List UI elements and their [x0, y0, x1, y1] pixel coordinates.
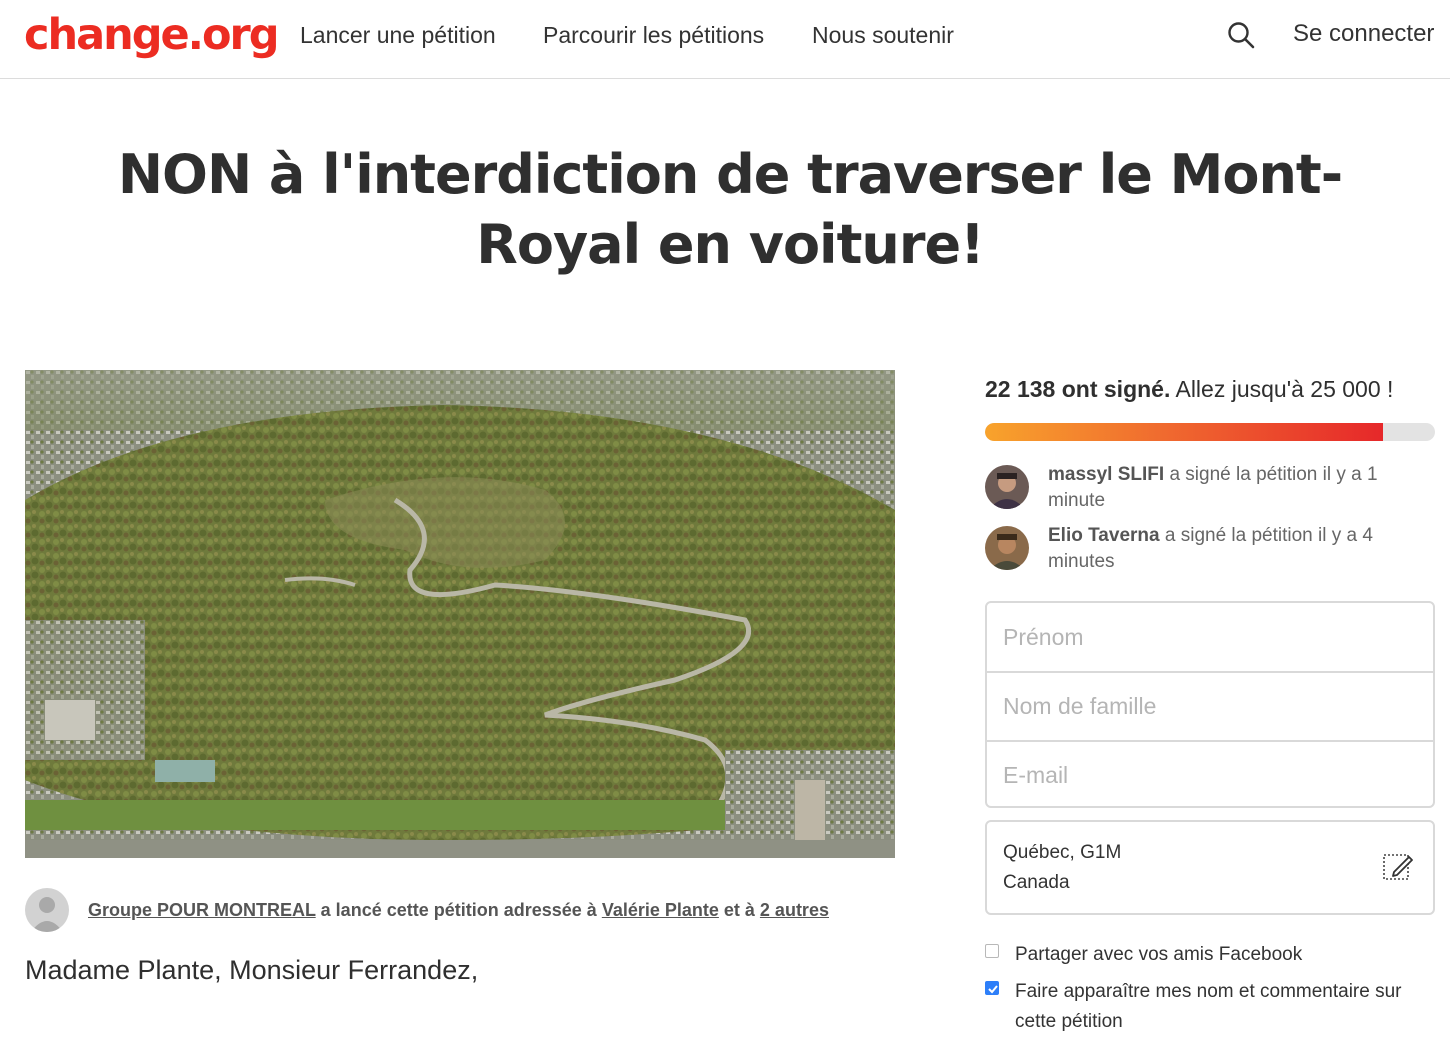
- location-city: Québec, G1M: [1003, 842, 1122, 863]
- recent-signer-text: Elio Taverna a signé la pétition il y a …: [1048, 523, 1403, 575]
- starter-text: a lancé cette pétition adressée à: [315, 900, 602, 920]
- petition-title: NON à l'interdiction de traverser le Mon…: [117, 143, 1343, 276]
- site-header: change.org Lancer une pétition Parcourir…: [0, 0, 1450, 79]
- signer-name: Elio Taverna: [1048, 525, 1160, 546]
- petition-starter-line: Groupe POUR MONTREAL a lancé cette pétit…: [88, 900, 829, 921]
- recent-signer-text: massyl SLIFI a signé la pétition il y a …: [1048, 462, 1403, 514]
- signer-avatar: [985, 526, 1029, 570]
- starter-avatar[interactable]: [25, 888, 69, 932]
- display-name-label[interactable]: Faire apparaître mes nom et commentaire …: [1015, 977, 1445, 1037]
- share-facebook-label[interactable]: Partager avec vos amis Facebook: [1015, 940, 1445, 970]
- person-icon: [31, 897, 63, 932]
- first-name-input[interactable]: [987, 603, 1433, 671]
- starter-text-and: et à: [718, 900, 760, 920]
- signer-avatar: [985, 465, 1029, 509]
- location-country: Canada: [1003, 872, 1070, 893]
- starter-org-link[interactable]: Groupe POUR MONTREAL: [88, 900, 316, 920]
- nav-browse-petitions[interactable]: Parcourir les pétitions: [543, 22, 764, 49]
- signature-count: 22 138 ont signé. Allez jusqu'à 25 000 !: [985, 376, 1393, 403]
- signature-form: [985, 601, 1435, 808]
- change-org-logo[interactable]: change.org: [24, 10, 280, 60]
- search-icon[interactable]: [1226, 20, 1256, 50]
- signature-count-number: 22 138 ont signé.: [985, 376, 1171, 402]
- location-field[interactable]: Québec, G1M Canada: [985, 820, 1435, 915]
- checkmark-icon: [988, 985, 998, 994]
- email-input[interactable]: [987, 740, 1433, 808]
- share-facebook-checkbox[interactable]: [985, 944, 999, 958]
- signature-goal: Allez jusqu'à 25 000 !: [1170, 376, 1394, 402]
- display-name-checkbox[interactable]: [985, 981, 999, 995]
- petition-photo: [25, 370, 895, 858]
- signature-progress-bar: [985, 423, 1435, 441]
- signature-progress-fill: [985, 423, 1384, 441]
- login-link[interactable]: Se connecter: [1293, 20, 1434, 48]
- nav-support-us[interactable]: Nous soutenir: [812, 22, 954, 49]
- edit-icon[interactable]: [1382, 851, 1414, 883]
- petition-salutation: Madame Plante, Monsieur Ferrandez,: [25, 955, 479, 985]
- signer-name: massyl SLIFI: [1048, 464, 1165, 485]
- target-link[interactable]: Valérie Plante: [602, 900, 719, 920]
- other-targets-link[interactable]: 2 autres: [760, 900, 829, 920]
- last-name-input[interactable]: [987, 671, 1433, 739]
- nav-start-petition[interactable]: Lancer une pétition: [300, 22, 496, 49]
